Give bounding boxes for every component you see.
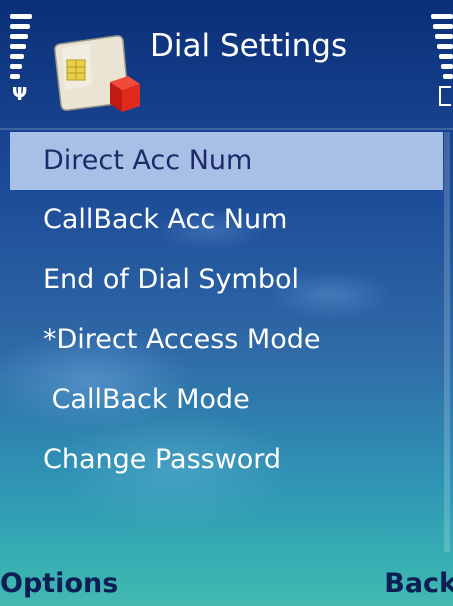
menu-item-label: *Direct Access Mode — [43, 324, 321, 355]
header-divider — [0, 128, 453, 130]
scrollbar[interactable] — [444, 132, 450, 552]
back-softkey[interactable]: Back — [384, 566, 453, 602]
battery-level-indicator — [427, 14, 453, 84]
menu-item-label: Direct Acc Num — [43, 145, 253, 176]
menu-item-direct-access-mode[interactable]: *Direct Access Mode — [10, 310, 443, 370]
signal-strength-indicator — [10, 14, 38, 84]
phone-screen: Ψ Dial Settings Direct Acc Num CallBack … — [0, 0, 453, 606]
status-bar: Ψ Dial Settings — [0, 0, 453, 130]
settings-menu-list: Direct Acc Num CallBack Acc Num End of D… — [10, 132, 443, 490]
menu-item-label: CallBack Mode — [43, 384, 250, 415]
menu-item-callback-mode[interactable]: CallBack Mode — [10, 370, 443, 430]
menu-item-label: End of Dial Symbol — [43, 264, 299, 295]
sim-card-icon — [50, 26, 146, 118]
menu-item-end-of-dial-symbol[interactable]: End of Dial Symbol — [10, 250, 443, 310]
menu-item-change-password[interactable]: Change Password — [10, 430, 443, 490]
menu-item-direct-acc-num[interactable]: Direct Acc Num — [10, 132, 443, 190]
antenna-icon: Ψ — [12, 84, 28, 105]
page-title: Dial Settings — [150, 28, 348, 64]
menu-item-callback-acc-num[interactable]: CallBack Acc Num — [10, 190, 443, 250]
battery-icon — [439, 86, 451, 106]
options-softkey[interactable]: Options — [0, 566, 118, 602]
menu-item-label: CallBack Acc Num — [43, 204, 288, 235]
menu-item-label: Change Password — [43, 444, 282, 475]
